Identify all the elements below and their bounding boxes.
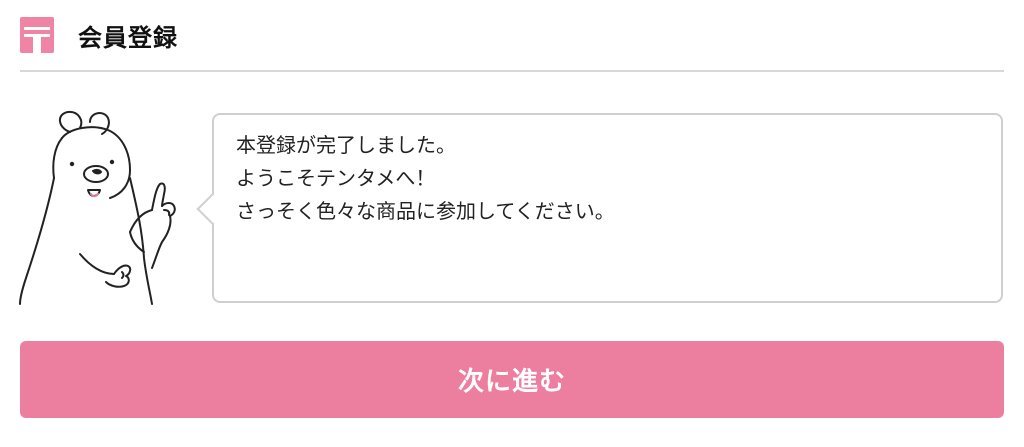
next-button[interactable]: 次に進む — [20, 341, 1004, 418]
bear-mascot-icon — [18, 108, 198, 306]
page-title: 会員登録 — [78, 23, 178, 52]
bubble-tail — [196, 193, 228, 225]
message-line-2: ようこそテンタメへ！ — [236, 166, 436, 190]
next-button-label: 次に進む — [457, 366, 566, 396]
message-bubble: 本登録が完了しました。 ようこそテンタメへ！ さっそく色々な商品に参加してくださ… — [196, 113, 1003, 303]
pink-card-icon — [20, 17, 54, 53]
page-header: 会員登録 — [20, 0, 1004, 72]
message-line-1: 本登録が完了しました。 — [236, 133, 456, 157]
registration-complete-page: 会員登録 本登録が完了しました。 ようこそテンタメへ！ さっそく色々な商品に参加… — [0, 0, 1024, 447]
message-line-3: さっそく色々な商品に参加してください。 — [236, 199, 615, 223]
